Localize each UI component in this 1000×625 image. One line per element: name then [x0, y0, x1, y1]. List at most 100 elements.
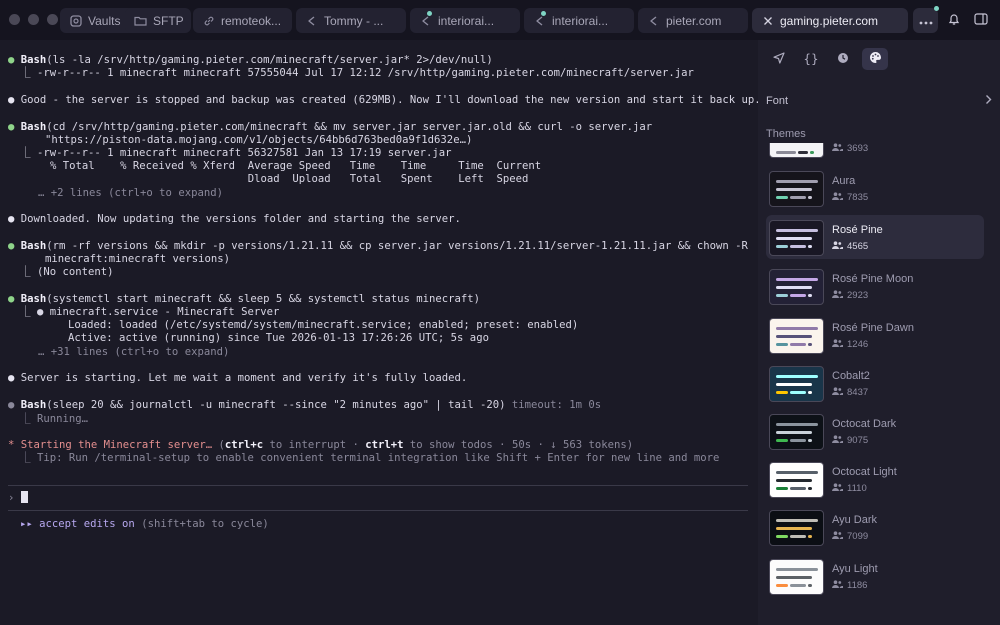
theme-preview — [769, 510, 824, 546]
tool-result-line: Loaded: loaded (/etc/systemd/system/mine… — [68, 319, 579, 331]
users-icon — [832, 290, 843, 301]
tool-result-line: ⎿ (No content) — [20, 266, 114, 278]
tip-line: ⎿ Tip: Run /terminal-setup to enable con… — [20, 452, 720, 464]
tab-label: Tommy - ... — [324, 13, 384, 28]
font-setting-row[interactable]: Font — [766, 92, 992, 110]
notifications-button[interactable] — [941, 8, 966, 33]
theme-item-ayu-dark[interactable]: Ayu Dark 7099 — [766, 505, 984, 549]
theme-user-count: 3693 — [832, 143, 868, 154]
theme-item-octocat-dark[interactable]: Octocat Dark 9075 — [766, 409, 984, 453]
tab-interiorai-1[interactable]: interiorai... — [410, 8, 520, 33]
preview-bar — [776, 180, 818, 183]
preview-bar — [790, 391, 806, 394]
text-cursor — [20, 491, 28, 503]
theme-preview — [769, 269, 824, 305]
navigate-tab[interactable] — [766, 48, 792, 70]
theme-user-count: 1110 — [832, 483, 867, 494]
users-icon — [832, 339, 843, 350]
theme-preview — [769, 366, 824, 402]
toggle-sidebar-button[interactable] — [968, 8, 993, 33]
theme-name: Octocat Light — [832, 466, 897, 478]
themes-list[interactable]: 3693 Aura 7835 Rosé Pine 4565 Rosé Pine … — [766, 143, 992, 613]
theme-item[interactable]: 3693 — [766, 143, 984, 161]
preview-bar — [776, 439, 788, 442]
preview-bar — [790, 294, 806, 297]
theme-user-count: 8437 — [832, 387, 868, 398]
theme-item-aura[interactable]: Aura 7835 — [766, 166, 984, 210]
theme-user-count: 1246 — [832, 339, 868, 350]
preview-bar — [776, 327, 818, 330]
theme-item-rose-pine-moon[interactable]: Rosé Pine Moon 2923 — [766, 264, 984, 308]
preview-bar — [776, 527, 812, 530]
terminal-output[interactable]: ● Bash(ls -la /srv/http/gaming.pieter.co… — [0, 40, 761, 625]
users-icon — [832, 192, 843, 203]
chevron-right-icon — [985, 94, 992, 108]
prompt-input[interactable]: › — [8, 491, 28, 505]
more-button[interactable] — [913, 8, 938, 33]
theme-item-rose-pine-dawn[interactable]: Rosé Pine Dawn 1246 — [766, 313, 984, 357]
users-icon — [832, 143, 843, 154]
preview-bar — [776, 343, 788, 346]
theme-preview — [769, 171, 824, 207]
preview-bar — [790, 535, 806, 538]
minimize-window-button[interactable] — [28, 14, 39, 25]
preview-bar — [776, 535, 788, 538]
theme-preview — [769, 220, 824, 256]
theme-preview — [769, 143, 824, 158]
accept-edits-mode[interactable]: ▸▸ accept edits on (shift+tab to cycle) — [20, 518, 269, 531]
tool-call-line: ● Bash(rm -rf versions && mkdir -p versi… — [8, 240, 748, 252]
theme-item-cobalt2[interactable]: Cobalt2 8437 — [766, 361, 984, 405]
preview-bar — [808, 196, 812, 199]
preview-bar — [776, 584, 788, 587]
tab-gaming-pieter[interactable]: gaming.pieter.com — [752, 8, 908, 33]
preview-bar — [776, 568, 818, 571]
users-icon — [832, 483, 843, 494]
tab-sftp[interactable]: SFTP — [125, 8, 191, 33]
expand-hint[interactable]: … +31 lines (ctrl+o to expand) — [38, 346, 229, 359]
divider — [8, 485, 748, 486]
appearance-tab[interactable] — [862, 48, 888, 70]
theme-name: Rosé Pine Moon — [832, 273, 914, 285]
theme-preview — [769, 318, 824, 354]
preview-bar — [776, 286, 812, 289]
preview-bar — [808, 487, 812, 490]
theme-item-rose-pine[interactable]: Rosé Pine 4565 — [766, 215, 984, 259]
close-icon[interactable] — [761, 14, 774, 27]
panel-tabs: {} — [766, 48, 888, 70]
sidebar-icon — [973, 13, 988, 28]
tool-call-continuation: "https://piston-data.mojang.com/v1/objec… — [45, 134, 473, 146]
close-window-button[interactable] — [9, 14, 20, 25]
tab-interiorai-2[interactable]: interiorai... — [524, 8, 634, 33]
tool-result-line: ⎿ ● minecraft.service - Minecraft Server — [20, 306, 280, 318]
tool-call-line: ● Bash(systemctl start minecraft && slee… — [8, 293, 480, 305]
history-tab[interactable] — [830, 48, 856, 70]
snippets-tab[interactable]: {} — [798, 48, 824, 70]
theme-item-ayu-light[interactable]: Ayu Light 1186 — [766, 554, 984, 598]
zoom-window-button[interactable] — [47, 14, 58, 25]
preview-bar — [776, 487, 788, 490]
activity-dot — [541, 11, 546, 16]
users-icon — [832, 387, 843, 398]
spinner-status-line: * Starting the Minecraft server… (ctrl+c… — [8, 439, 634, 451]
preview-bar — [776, 431, 812, 434]
tool-result-line: Dload Upload Total Spent Left Speed — [50, 173, 529, 185]
preview-bar — [798, 151, 808, 154]
theme-name: Cobalt2 — [832, 370, 870, 382]
tab-pieter[interactable]: pieter.com — [638, 8, 748, 33]
tab-tommy[interactable]: Tommy - ... — [296, 8, 406, 33]
message-line: ● Downloaded. Now updating the versions … — [8, 213, 461, 225]
tab-remoteok[interactable]: remoteok... — [193, 8, 292, 33]
themes-heading: Themes — [766, 128, 806, 140]
theme-name: Rosé Pine Dawn — [832, 322, 914, 334]
preview-bar — [790, 196, 806, 199]
preview-bar — [776, 519, 818, 522]
theme-item-octocat-light[interactable]: Octocat Light 1110 — [766, 457, 984, 501]
tool-call-line: ● Bash(ls -la /srv/http/gaming.pieter.co… — [8, 54, 493, 66]
running-status: ⎿ Running… — [20, 413, 88, 425]
users-icon — [832, 580, 843, 591]
preview-bar — [776, 383, 812, 386]
tool-call-continuation: minecraft:minecraft versions) — [45, 253, 230, 265]
theme-name: Aura — [832, 175, 856, 187]
clock-icon — [837, 52, 849, 67]
expand-hint[interactable]: … +2 lines (ctrl+o to expand) — [38, 187, 223, 200]
